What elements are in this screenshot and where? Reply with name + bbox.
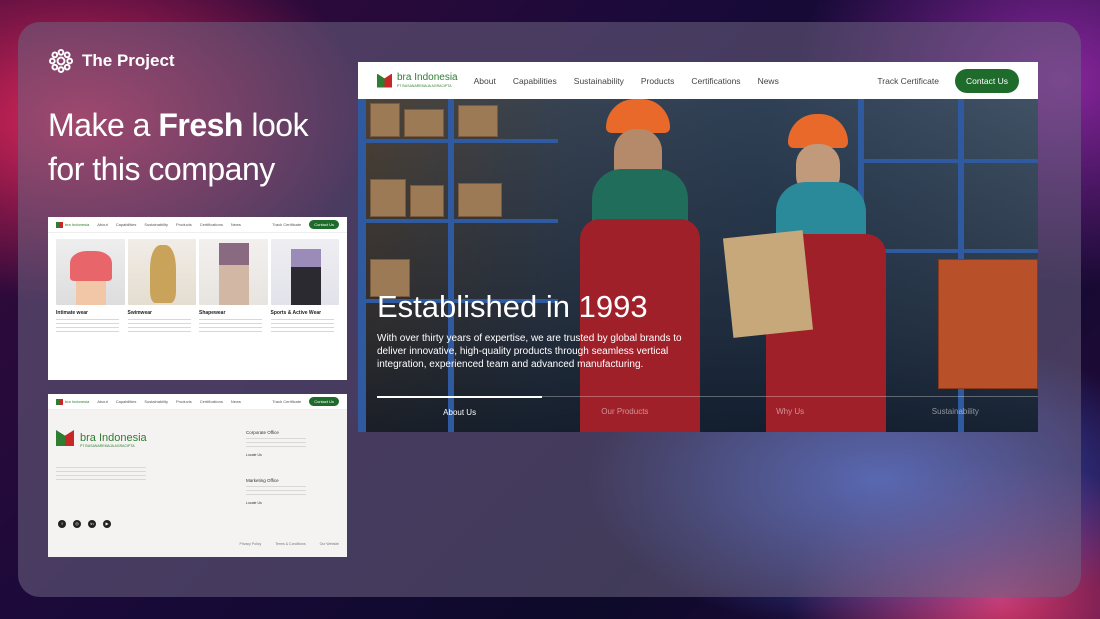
brand: The Project [48,48,175,74]
headline-part: Make a [48,107,159,143]
site-nav: bra Indonesia PT BUSANAREMAJA AGRACIPTA … [358,62,1038,99]
product-card: Shapewear [199,239,268,335]
mini-contact-button: Contact Us [309,220,339,229]
logo-sub: PT BUSANAREMAJA AGRACIPTA [397,83,452,88]
footer-preview-card: bra Indonesia About Capabilities Sustain… [48,394,347,557]
hero-title: Established in 1993 [377,289,648,324]
contact-button[interactable]: Contact Us [954,68,1019,93]
headline: Make a Fresh look for this company [48,103,309,191]
terms-link[interactable]: Terms & Conditions [275,542,305,546]
mini-nav-item: Certifications [199,222,223,227]
privacy-link[interactable]: Privacy Policy [239,542,261,546]
mini-nav-item: Certifications [199,399,223,404]
tab-about-us[interactable]: About Us [377,396,543,417]
mini-nav: bra Indonesia About Capabilities Sustain… [48,394,347,410]
tab-our-products[interactable]: Our Products [542,396,708,417]
product-title: Sports & Active Wear [270,310,322,316]
clipboard [722,230,814,338]
nav-links: About Capabilities Sustainability Produc… [474,76,779,86]
instagram-icon[interactable]: ◎ [73,520,81,528]
logo-name: bra Indonesia [397,71,458,83]
product-title: Intimate wear [56,310,88,316]
locate-link[interactable]: Locate Us [246,501,306,505]
product-card: Intimate wear [56,239,125,335]
tab-sustainability[interactable]: Sustainability [872,396,1038,417]
products-preview-card: bra Indonesia About Capabilities Sustain… [48,217,347,380]
nav-sustainability[interactable]: Sustainability [574,76,624,86]
worker-right [722,114,908,432]
facebook-icon[interactable]: f [58,520,66,528]
tab-why-us[interactable]: Why Us [707,396,873,417]
product-image [199,239,268,305]
mini-nav-item: Sustainability [144,222,168,227]
social-icons: f ◎ in ▶ [58,520,111,528]
mini-logo: bra Indonesia [56,221,89,228]
product-image [127,239,196,305]
mini-nav-item: News [230,222,241,227]
marketing-office: Marketing Office Locate Us [246,478,306,505]
website-link[interactable]: Our Website [320,542,339,546]
track-certificate-link[interactable]: Track Certificate [877,76,939,86]
mini-track: Track Certificate [272,222,302,227]
headline-part: look [242,107,309,143]
nav-products[interactable]: Products [641,76,675,86]
logo-mark-icon [377,73,392,88]
mini-nav-item: Products [175,399,192,404]
gear-icon [48,48,74,74]
footer-logo-sub: PT BUSANAREMAJA AGRACIPTA [80,444,135,448]
mini-nav-item: Capabilities [115,399,137,404]
mini-nav-item: Products [175,222,192,227]
footer-logo-name: bra Indonesia [80,432,147,444]
mini-nav-item: Sustainability [144,399,168,404]
main-preview: bra Indonesia PT BUSANAREMAJA AGRACIPTA … [358,62,1038,432]
headline-line2: for this company [48,151,275,187]
product-title: Shapewear [199,310,226,316]
nav-news[interactable]: News [758,76,779,86]
youtube-icon[interactable]: ▶ [103,520,111,528]
hero-section: Established in 1993 With over thirty yea… [358,99,1038,432]
worker-left [558,99,718,432]
mini-nav: bra Indonesia About Capabilities Sustain… [48,217,347,233]
product-image [56,239,125,305]
footer-logo: bra Indonesia PT BUSANAREMAJA AGRACIPTA [56,430,147,448]
brand-name: The Project [82,51,175,70]
product-row: Intimate wear Swimwear Shapewear Sports … [48,233,347,335]
hero-tabs: About Us Our Products Why Us Sustainabil… [377,396,1038,417]
corporate-office: Corporate Office Locate Us [246,430,306,457]
mini-track: Track Certificate [272,399,302,404]
product-card: Swimwear [127,239,196,335]
product-card: Sports & Active Wear [270,239,339,335]
mini-nav-item: About [97,222,108,227]
nav-capabilities[interactable]: Capabilities [513,76,557,86]
hero-text: With over thirty years of expertise, we … [377,333,682,370]
mini-nav-item: News [230,399,241,404]
nav-about[interactable]: About [474,76,496,86]
marketing-office-title: Marketing Office [246,478,279,483]
linkedin-icon[interactable]: in [88,520,96,528]
locate-link[interactable]: Locate Us [246,453,306,457]
corporate-office-title: Corporate Office [246,430,279,435]
site-logo[interactable]: bra Indonesia PT BUSANAREMAJA AGRACIPTA [377,71,458,89]
nav-certifications[interactable]: Certifications [691,76,740,86]
mini-contact-button: Contact Us [309,397,339,406]
mini-nav-item: About [97,399,108,404]
headline-bold: Fresh [158,107,243,143]
mini-nav-item: Capabilities [115,222,137,227]
product-title: Swimwear [127,310,152,316]
footer-bottom: Privacy Policy Terms & Conditions Our We… [56,542,339,546]
product-image [270,239,339,305]
mini-logo: bra Indonesia [56,398,89,405]
